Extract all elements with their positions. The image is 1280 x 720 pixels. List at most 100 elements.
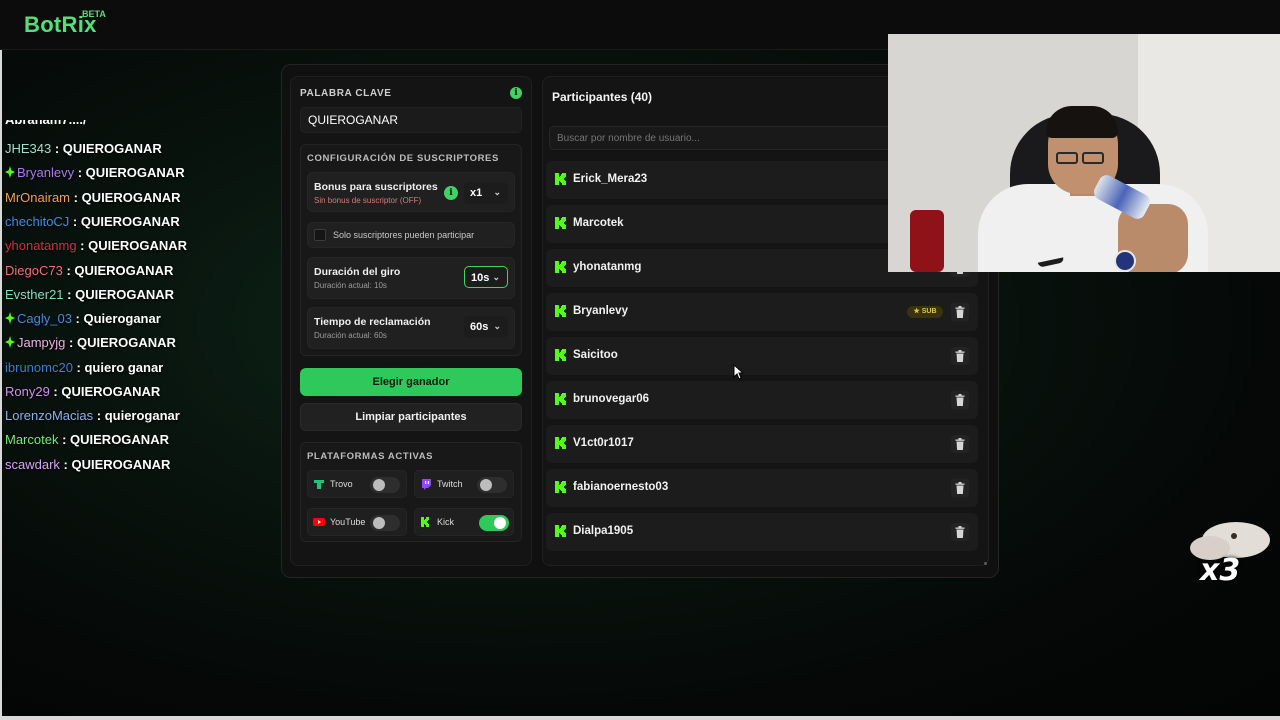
chat-message: MrOnairam : QUIEROGANAR bbox=[5, 190, 181, 210]
sub-badge: ★ SUB bbox=[907, 306, 943, 318]
claim-time-title: Tiempo de reclamación bbox=[314, 316, 431, 328]
chat-text: : QUIEROGANAR bbox=[51, 141, 162, 156]
keyword-label: PALABRA CLAVE bbox=[300, 88, 392, 99]
bonus-title: Bonus para suscriptores bbox=[314, 181, 438, 193]
participant-row[interactable]: fabianoernesto03 bbox=[546, 469, 978, 507]
chat-username: JHE343 bbox=[5, 141, 52, 156]
spin-duration-select[interactable]: 10s ⌄ bbox=[464, 266, 508, 288]
participant-row[interactable]: V1ct0r1017 bbox=[546, 425, 978, 463]
kick-icon bbox=[555, 437, 566, 449]
chat-username: Rony29 bbox=[5, 384, 50, 399]
participant-name: Erick_Mera23 bbox=[573, 173, 648, 185]
chat-message: chechitoCJ : QUIEROGANAR bbox=[5, 214, 180, 234]
bonus-select[interactable]: x1 ⌄ bbox=[464, 182, 508, 204]
delete-participant-button[interactable] bbox=[951, 303, 969, 321]
chat-message: Cagly_03 : Quieroganar bbox=[5, 311, 161, 331]
chat-message: Marcotek : QUIEROGANAR bbox=[5, 432, 169, 452]
chat-message: LorenzoMacias : quieroganar bbox=[5, 408, 180, 428]
participant-name: brunovegar06 bbox=[573, 393, 650, 405]
bonus-info-icon[interactable]: i bbox=[444, 186, 458, 200]
kick-icon bbox=[555, 525, 566, 537]
chat-message: Evsther21 : QUIEROGANAR bbox=[5, 287, 174, 307]
kick-toggle[interactable] bbox=[479, 515, 509, 531]
participant-name: Marcotek bbox=[573, 217, 624, 229]
kick-icon bbox=[555, 393, 566, 405]
participant-name: Bryanlevy bbox=[573, 305, 628, 317]
clear-participants-button[interactable]: Limpiar participantes bbox=[300, 403, 522, 431]
chat-text: : QUIEROGANAR bbox=[49, 384, 161, 399]
chat-text: : quieroganar bbox=[93, 408, 180, 423]
kick-icon bbox=[555, 305, 566, 317]
claim-time-select[interactable]: 60s ⌄ bbox=[464, 316, 508, 338]
only-subs-checkbox[interactable] bbox=[314, 229, 326, 241]
trash-icon bbox=[955, 482, 965, 494]
chat-message: scawdark : QUIEROGANAR bbox=[5, 457, 170, 477]
chat-text: : Quieroganar bbox=[71, 311, 161, 326]
frame-border-bottom bbox=[0, 716, 1280, 720]
chat-message: Bryanlevy : QUIEROGANAR bbox=[5, 165, 185, 185]
chat-text: : QUIEROGANAR bbox=[63, 287, 175, 302]
delete-participant-button[interactable] bbox=[951, 479, 969, 497]
only-subs-label: Solo suscriptores pueden participar bbox=[333, 230, 475, 240]
chat-username: Marcotek bbox=[5, 432, 59, 447]
chat-text: : QUIEROGANAR bbox=[62, 263, 174, 278]
keyword-input[interactable] bbox=[300, 107, 522, 133]
trovo-toggle[interactable] bbox=[370, 477, 400, 493]
delete-participant-button[interactable] bbox=[951, 347, 969, 365]
platform-kick: Kick bbox=[414, 508, 514, 536]
trash-icon bbox=[955, 306, 965, 318]
claim-time-subtitle: Duración actual: 60s bbox=[314, 331, 387, 340]
chat-text: : QUIEROGANAR bbox=[65, 335, 176, 350]
kick-icon bbox=[555, 349, 566, 361]
kick-sparkle-icon bbox=[5, 336, 15, 348]
emote-multiplier: x3 bbox=[1200, 553, 1241, 588]
trovo-icon bbox=[314, 480, 324, 489]
trash-icon bbox=[955, 438, 965, 450]
chat-text: : QUIEROGANAR bbox=[69, 214, 180, 229]
participant-name: V1ct0r1017 bbox=[573, 437, 634, 449]
participant-row[interactable]: Saicitoo bbox=[546, 337, 978, 375]
spin-duration-title: Duración del giro bbox=[314, 266, 401, 278]
chat-message: Jampyjg : QUIEROGANAR bbox=[5, 335, 176, 355]
chat-username: yhonatanmg bbox=[5, 238, 77, 253]
chat-username: Jampyjg bbox=[17, 335, 66, 350]
participant-name: Saicitoo bbox=[573, 349, 618, 361]
youtube-toggle[interactable] bbox=[370, 515, 400, 531]
participant-row[interactable]: Dialpa1905 bbox=[546, 513, 978, 551]
chat-message: DiegoC73 : QUIEROGANAR bbox=[5, 263, 173, 283]
platform-youtube: YouTube bbox=[307, 508, 407, 536]
chat-username: Cagly_03 bbox=[17, 311, 72, 326]
chat-overlay: Abraham7..../ QUIEROGANAR JHE343 : QUIER… bbox=[5, 120, 275, 480]
twitch-toggle[interactable] bbox=[477, 477, 507, 493]
chat-message: JHE343 : QUIEROGANAR bbox=[5, 141, 162, 161]
chat-message: Rony29 : QUIEROGANAR bbox=[5, 384, 160, 404]
platform-trovo: Trovo bbox=[307, 470, 407, 498]
mouse-cursor-icon bbox=[733, 364, 743, 380]
spin-duration-subtitle: Duración actual: 10s bbox=[314, 281, 387, 290]
delete-participant-button[interactable] bbox=[951, 391, 969, 409]
participant-row[interactable]: Bryanlevy ★ SUB bbox=[546, 293, 978, 331]
chat-partial-line: Abraham7..../ QUIEROGANAR bbox=[5, 120, 175, 130]
microphone bbox=[910, 210, 944, 272]
chat-text: : QUIEROGANAR bbox=[59, 457, 171, 472]
platform-twitch: Twitch bbox=[414, 470, 514, 498]
pick-winner-button[interactable]: Elegir ganador bbox=[300, 368, 522, 396]
chat-username: scawdark bbox=[5, 457, 60, 472]
chat-message: yhonatanmg : QUIEROGANAR bbox=[5, 238, 187, 258]
info-icon[interactable]: i bbox=[510, 87, 522, 99]
frame-border-left bbox=[0, 50, 2, 720]
chat-username: DiegoC73 bbox=[5, 263, 63, 278]
participant-row[interactable]: brunovegar06 bbox=[546, 381, 978, 419]
twitch-icon bbox=[422, 479, 431, 490]
scrollbar[interactable] bbox=[984, 562, 987, 565]
chat-message: ibrunomc20 : quiero ganar bbox=[5, 360, 163, 380]
youtube-icon bbox=[313, 518, 325, 526]
participants-title: Participantes (40) bbox=[552, 90, 653, 104]
trash-icon bbox=[955, 350, 965, 362]
kick-sparkle-icon bbox=[5, 166, 15, 178]
trash-icon bbox=[955, 394, 965, 406]
club-crest bbox=[1114, 250, 1136, 272]
kick-icon bbox=[555, 261, 566, 273]
delete-participant-button[interactable] bbox=[951, 523, 969, 541]
delete-participant-button[interactable] bbox=[951, 435, 969, 453]
